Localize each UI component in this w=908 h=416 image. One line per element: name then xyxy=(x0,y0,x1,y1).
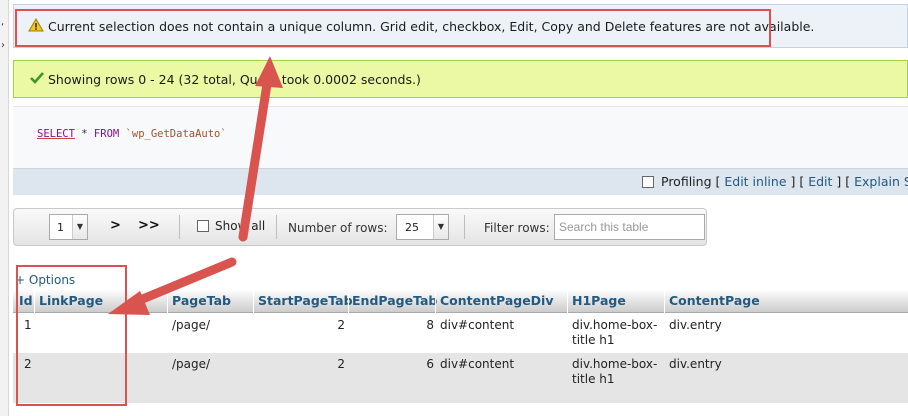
annotation-arrowhead-up xyxy=(255,56,283,88)
annotation-arrow-up xyxy=(238,73,273,242)
annotation-arrows xyxy=(108,56,283,315)
annotation-arrow-down xyxy=(128,257,237,308)
